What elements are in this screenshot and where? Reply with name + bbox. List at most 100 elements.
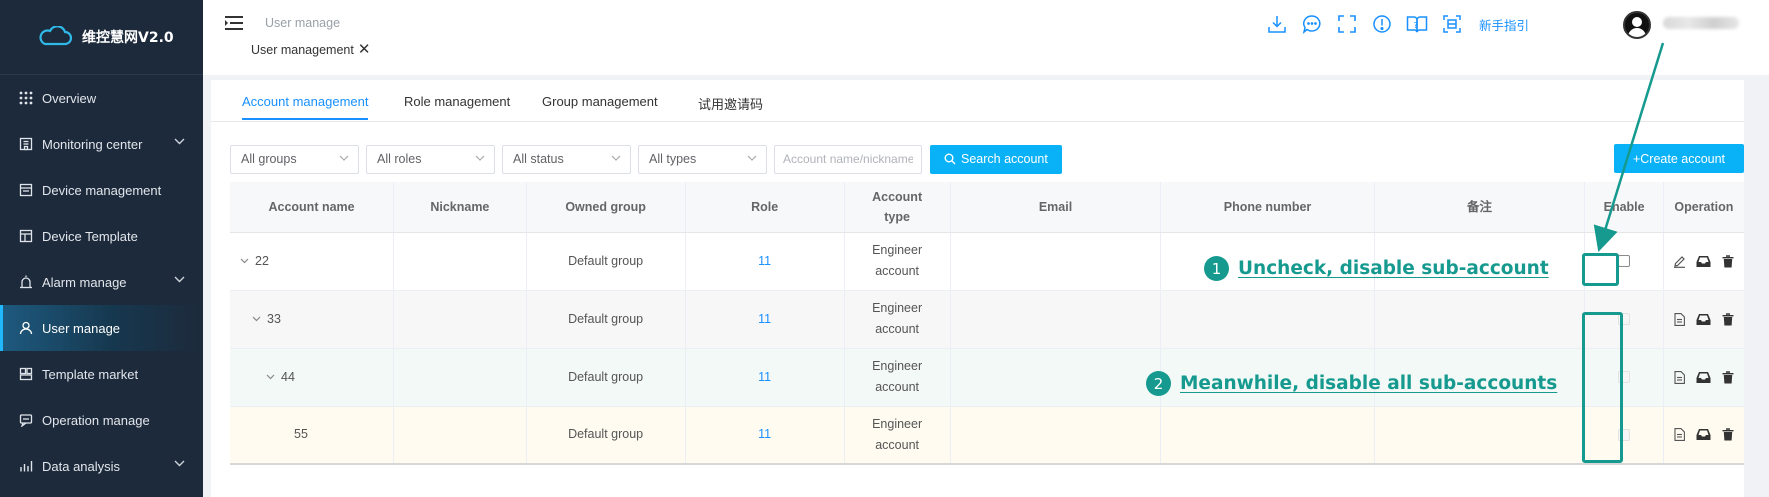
account-type-line1: Engineer (872, 243, 923, 257)
header-toolbar: ? 新手指引 (1253, 13, 1529, 35)
chevron-down-icon (174, 276, 185, 283)
inbox-icon[interactable] (1696, 312, 1711, 327)
col-role: Role (685, 182, 845, 233)
sidebar-item-label: User manage (42, 320, 121, 336)
document-icon[interactable] (1672, 370, 1687, 385)
chevron-down-icon (174, 460, 185, 467)
annotation-1-number: 1 (1204, 256, 1229, 281)
account-type-line2: account (875, 264, 919, 278)
highlight-enable-checkbox (1582, 253, 1619, 286)
create-account-button[interactable]: +Create account (1614, 144, 1744, 173)
sidebar-item-alarm-manage[interactable]: Alarm manage (0, 259, 203, 305)
tab-group-management[interactable]: Group management (542, 94, 658, 109)
tab-role-management[interactable]: Role management (404, 94, 510, 109)
sidebar-item-device-template[interactable]: Device Template (0, 213, 203, 259)
email-cell (950, 290, 1162, 349)
group-select-value: All groups (241, 152, 297, 166)
email-cell (950, 232, 1162, 291)
sidebar-item-overview[interactable]: Overview (0, 75, 203, 121)
info-icon[interactable] (1371, 13, 1393, 35)
owned-group-cell: Default group (526, 290, 686, 349)
account-type-line1: Engineer (872, 416, 923, 431)
group-select[interactable]: All groups (230, 144, 359, 174)
account-search-input[interactable] (774, 144, 922, 174)
nickname-cell (393, 348, 527, 407)
chat-icon[interactable] (1301, 13, 1323, 35)
sidebar-item-data-analysis[interactable]: Data analysis (0, 443, 203, 489)
sidebar-item-user-manage[interactable]: User manage (0, 305, 203, 351)
search-account-button[interactable]: Search account (930, 144, 1062, 174)
chevron-down-icon[interactable] (266, 374, 275, 380)
delete-icon[interactable] (1720, 370, 1735, 385)
enable-checkbox[interactable] (1618, 255, 1631, 268)
building-icon (18, 136, 34, 152)
sidebar-item-operation-manage[interactable]: Operation manage (0, 397, 203, 443)
account-name: 22 (255, 253, 269, 268)
menu-toggle-icon[interactable] (225, 15, 243, 31)
inbox-icon[interactable] (1696, 427, 1711, 442)
highlight-sub-account-checkboxes (1582, 312, 1623, 463)
col-account-name: Account name (230, 182, 395, 233)
open-page-tab[interactable]: User management ✕ (251, 42, 371, 57)
chevron-down-icon[interactable] (252, 316, 261, 322)
close-icon[interactable]: ✕ (358, 42, 371, 57)
chevron-down-icon (475, 155, 485, 161)
tab-trial-invite-code[interactable]: 试用邀请码 (698, 94, 763, 113)
chart-icon (18, 458, 34, 474)
delete-icon[interactable] (1720, 312, 1735, 327)
role-select[interactable]: All roles (366, 144, 495, 174)
sidebar-item-label: Template market (42, 366, 139, 382)
username-blurred[interactable] (1663, 17, 1739, 29)
role-link[interactable]: 11 (758, 312, 771, 326)
type-select[interactable]: All types (638, 144, 767, 174)
email-cell (950, 348, 1162, 407)
role-link[interactable]: 11 (758, 370, 771, 384)
table-header-row: Account name Nickname Owned group Role A… (230, 182, 1744, 233)
breadcrumb: User manage (265, 16, 341, 30)
document-icon[interactable] (1672, 312, 1687, 327)
sidebar-item-template-market[interactable]: Template market (0, 351, 203, 397)
col-account-type-line1: Account (872, 189, 923, 204)
account-type-cell: Engineer account (844, 348, 951, 407)
owned-group-cell: Default group (526, 348, 686, 407)
download-icon[interactable] (1266, 13, 1288, 35)
account-type-cell: Engineer account (844, 406, 951, 465)
avatar[interactable] (1623, 11, 1651, 39)
open-page-tab-label: User management (251, 43, 354, 57)
sidebar-item-label: Operation manage (42, 412, 150, 428)
status-select[interactable]: All status (502, 144, 631, 174)
col-email: Email (950, 182, 1162, 233)
account-name: 33 (267, 311, 281, 326)
col-remark: 备注 (1374, 182, 1586, 233)
nickname-cell (393, 232, 527, 291)
delete-icon[interactable] (1720, 427, 1735, 442)
inbox-icon[interactable] (1696, 254, 1711, 269)
brand: 维控慧网V2.0 (0, 0, 203, 75)
remark-cell (1374, 290, 1586, 349)
role-select-value: All roles (377, 152, 422, 166)
delete-icon[interactable] (1720, 254, 1735, 269)
role-link[interactable]: 11 (758, 254, 771, 268)
edit-icon[interactable] (1672, 254, 1687, 269)
col-account-type: Account type (844, 182, 951, 233)
chevron-down-icon[interactable] (240, 258, 249, 264)
help-book-icon[interactable]: ? (1406, 13, 1428, 35)
template-icon (18, 228, 34, 244)
annotation-1: 1 Uncheck, disable sub-account (1204, 256, 1549, 281)
beginner-guide-link[interactable]: 新手指引 (1479, 15, 1529, 34)
tab-account-management[interactable]: Account management (242, 94, 369, 120)
account-name: 55 (294, 427, 308, 442)
account-type-line1: Engineer (872, 301, 923, 315)
remark-cell (1374, 406, 1586, 465)
search-icon (944, 153, 956, 165)
document-icon[interactable] (1672, 427, 1687, 442)
sidebar-item-monitoring-center[interactable]: Monitoring center (0, 121, 203, 167)
role-link[interactable]: 11 (758, 427, 771, 441)
inbox-icon[interactable] (1696, 370, 1711, 385)
scan-icon[interactable] (1441, 13, 1463, 35)
nickname-cell (393, 290, 527, 349)
app-title: 维控慧网V2.0 (82, 30, 174, 46)
fullscreen-icon[interactable] (1336, 13, 1358, 35)
sidebar-item-device-management[interactable]: Device management (0, 167, 203, 213)
account-type-line1: Engineer (872, 359, 923, 373)
